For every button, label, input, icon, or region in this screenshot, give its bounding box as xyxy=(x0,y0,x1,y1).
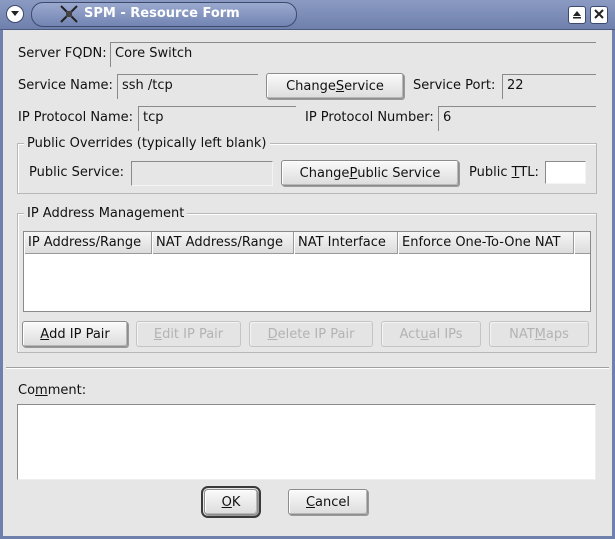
column-header[interactable]: Enforce One-To-One NAT xyxy=(398,232,574,254)
column-header[interactable]: NAT Interface xyxy=(294,232,398,254)
close-icon xyxy=(594,8,604,23)
ok-button[interactable]: OK xyxy=(201,486,261,518)
ip-protocol-name-label: IP Protocol Name: xyxy=(18,110,134,125)
label-text: Public xyxy=(469,165,512,180)
button-text: Change xyxy=(286,78,336,94)
table-header: IP Address/Range NAT Address/Range NAT I… xyxy=(24,232,590,254)
separator xyxy=(6,367,609,369)
label-text: TL: xyxy=(519,165,539,180)
ip-protocol-number-value: 6 xyxy=(443,110,452,125)
button-text: dd IP Pair xyxy=(49,326,110,342)
comment-textarea[interactable] xyxy=(17,404,596,480)
public-service-field xyxy=(131,161,273,186)
mnemonic: P xyxy=(349,165,358,181)
server-fqdn-value: Core Switch xyxy=(115,46,193,61)
nat-maps-button[interactable]: NAT Maps xyxy=(489,321,589,347)
button-text: dit IP Pair xyxy=(162,326,224,342)
ip-management-title: IP Address Management xyxy=(24,206,188,221)
column-header[interactable]: IP Address/Range xyxy=(24,232,152,254)
button-text: ervice xyxy=(344,78,384,94)
mnemonic: D xyxy=(267,326,278,342)
mnemonic: m xyxy=(35,383,48,398)
edit-ip-pair-button[interactable]: Edit IP Pair xyxy=(136,321,241,347)
label-text: Co xyxy=(18,383,36,398)
satellite-icon xyxy=(58,4,80,28)
maximize-icon xyxy=(572,8,582,23)
service-name-label: Service Name: xyxy=(18,78,113,93)
button-text: Change xyxy=(299,165,350,181)
mnemonic: u xyxy=(420,326,429,342)
delete-ip-pair-button[interactable]: Delete IP Pair xyxy=(249,321,373,347)
service-port-label: Service Port: xyxy=(413,78,496,93)
button-text: ancel xyxy=(315,494,351,510)
ip-protocol-number-field: 6 xyxy=(438,106,596,131)
button-text: ublic Service xyxy=(357,165,441,181)
add-ip-pair-button[interactable]: Add IP Pair xyxy=(22,321,128,347)
public-overrides-title: Public Overrides (typically left blank) xyxy=(24,136,270,151)
ip-protocol-name-value: tcp xyxy=(143,110,164,125)
button-text: NAT xyxy=(509,326,535,342)
title-bar[interactable]: SPM - Resource Form xyxy=(0,0,615,30)
button-text: aps xyxy=(545,326,569,342)
service-port-value: 22 xyxy=(507,78,524,93)
button-text: al IPs xyxy=(428,326,463,342)
window-menu-button[interactable] xyxy=(6,5,24,23)
mnemonic: S xyxy=(335,78,345,94)
service-port-field: 22 xyxy=(502,74,596,99)
button-text: Act xyxy=(399,326,421,342)
actual-ips-button[interactable]: Act u al IPs xyxy=(381,321,481,347)
table-body[interactable] xyxy=(24,254,590,311)
public-ttl-label: Public TTL: xyxy=(469,165,539,180)
button-text: elete IP Pair xyxy=(277,326,355,342)
mnemonic: O xyxy=(221,494,232,510)
comment-label: Comment: xyxy=(18,383,86,398)
change-service-button[interactable]: Change Service xyxy=(266,73,404,99)
mnemonic: M xyxy=(534,326,546,342)
change-public-service-button[interactable]: Change Public Service xyxy=(281,160,459,186)
maximize-button[interactable] xyxy=(568,6,586,24)
service-name-value: ssh /tcp xyxy=(122,78,173,93)
public-service-label: Public Service: xyxy=(29,165,125,180)
button-text: K xyxy=(231,494,241,510)
mnemonic: A xyxy=(40,326,50,342)
public-ttl-input[interactable] xyxy=(545,161,586,184)
cancel-button[interactable]: Cancel xyxy=(288,489,368,515)
close-button[interactable] xyxy=(590,6,608,24)
column-header[interactable]: NAT Address/Range xyxy=(152,232,294,254)
ip-pairs-table[interactable]: IP Address/Range NAT Address/Range NAT I… xyxy=(23,231,591,312)
server-fqdn-label: Server FQDN: xyxy=(18,46,107,61)
mnemonic: C xyxy=(305,494,316,510)
column-header-filler xyxy=(574,232,590,254)
ip-protocol-name-field: tcp xyxy=(138,106,296,131)
ip-protocol-number-label: IP Protocol Number: xyxy=(305,110,434,125)
chevron-down-icon xyxy=(10,7,20,22)
window-title: SPM - Resource Form xyxy=(84,6,240,21)
server-fqdn-field: Core Switch xyxy=(110,42,596,67)
mnemonic: E xyxy=(153,326,163,342)
service-name-field: ssh /tcp xyxy=(117,74,258,99)
label-text: ment: xyxy=(47,383,87,398)
